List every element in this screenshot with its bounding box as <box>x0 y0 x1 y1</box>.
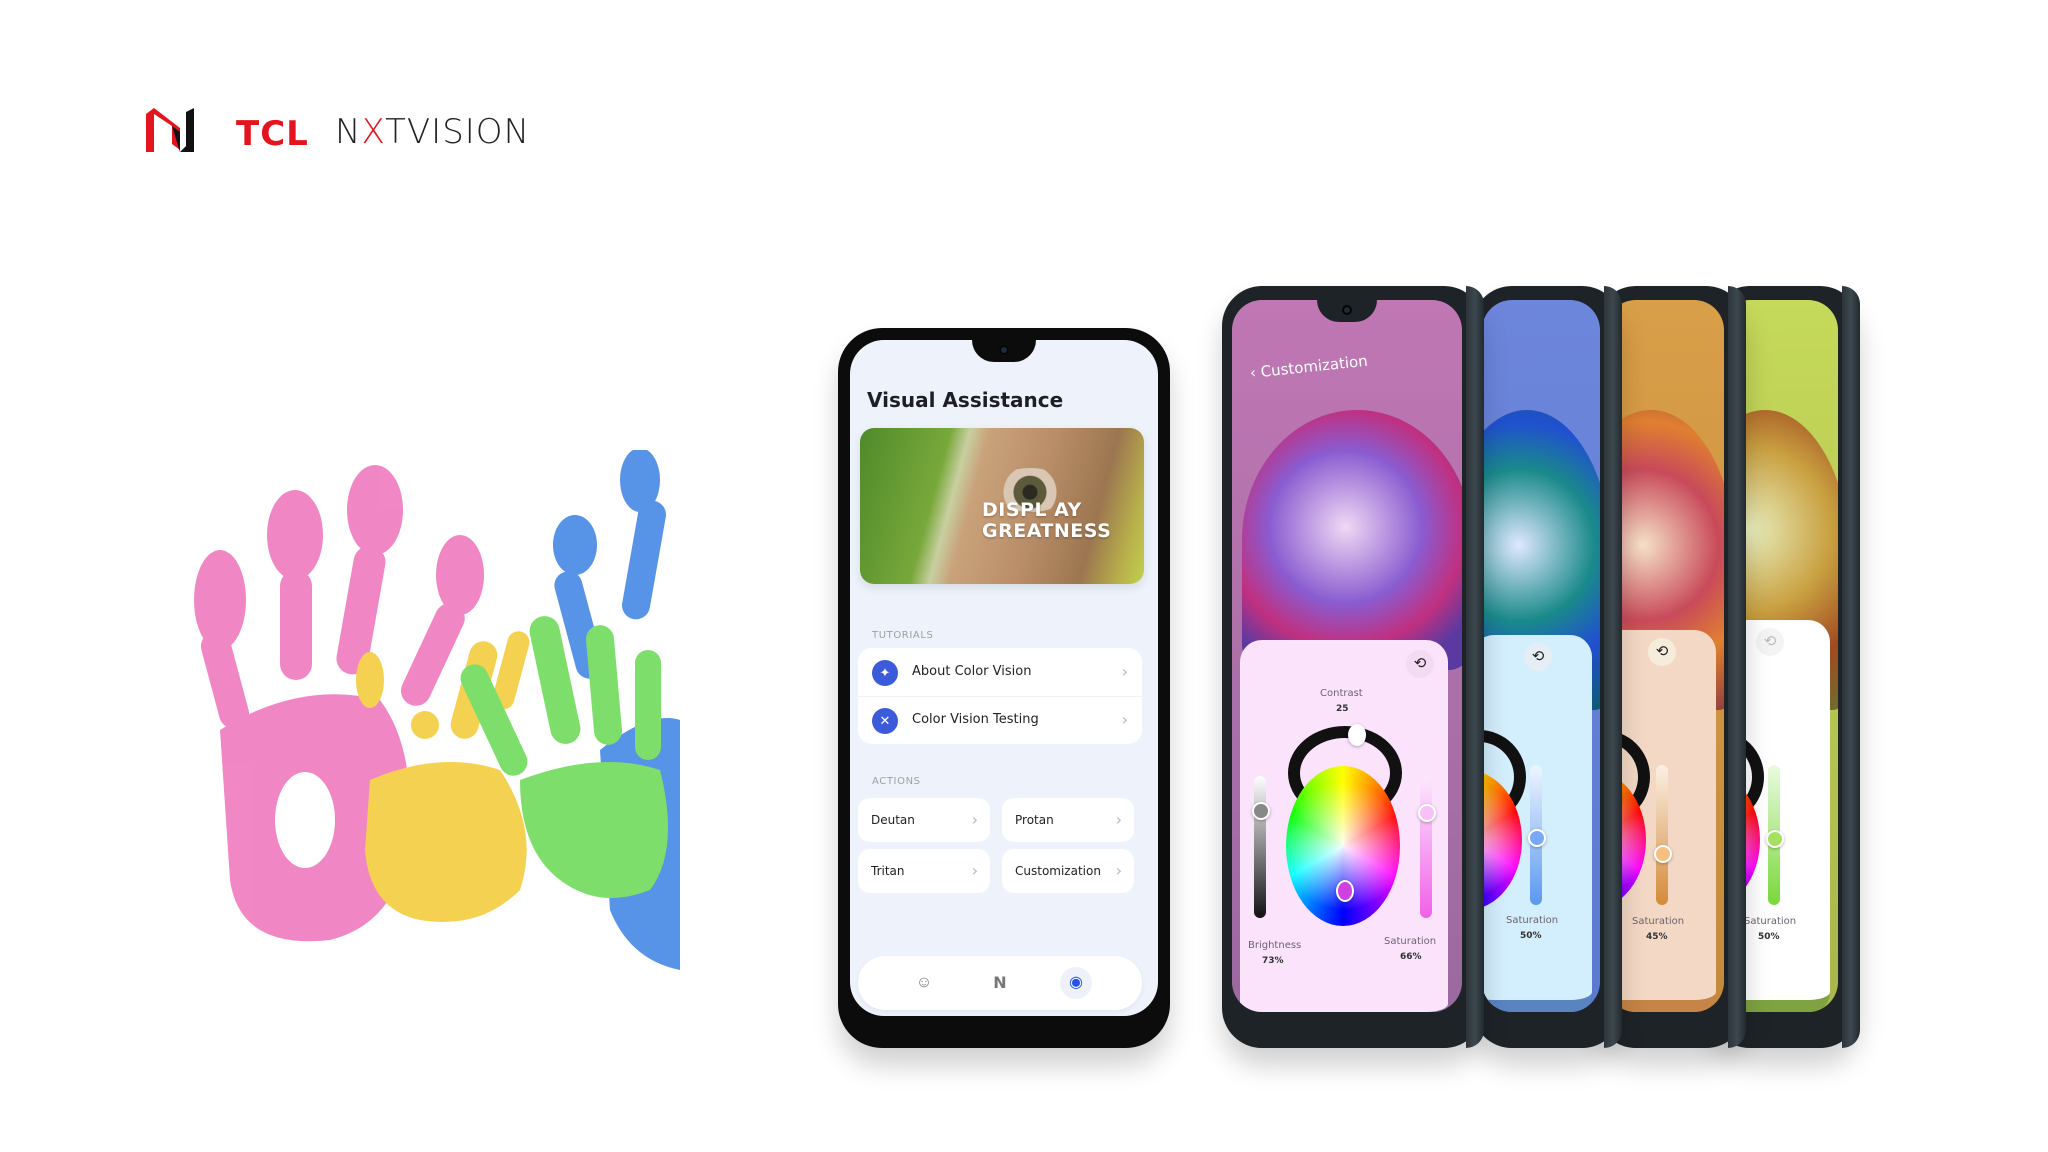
reset-icon[interactable]: ⟲ <box>1406 650 1434 678</box>
chevron-right-icon: › <box>971 861 978 880</box>
reset-icon[interactable]: ⟲ <box>1524 643 1552 671</box>
lightbulb-icon: ✦ <box>872 660 898 686</box>
saturation-value: 45% <box>1646 932 1668 942</box>
saturation-label: Saturation <box>1506 915 1559 926</box>
saturation-knob[interactable] <box>1654 845 1672 863</box>
saturation-label: Saturation <box>1632 916 1685 927</box>
adjust-panel: ⟲ Saturation 45% <box>1606 630 1716 1012</box>
adjust-panel: ⟲ Saturation 50% <box>1482 635 1592 1012</box>
brightness-value: 73% <box>1262 956 1284 966</box>
reset-icon[interactable]: ⟲ <box>1756 628 1784 656</box>
camera-notch <box>1317 300 1377 322</box>
phone-screen: ‹ Customization ⟲ Contrast 25 Brightness… <box>1232 300 1462 1012</box>
action-protan[interactable]: Protan › <box>1002 798 1134 842</box>
chevron-right-icon: › <box>1121 662 1128 681</box>
brightness-knob[interactable] <box>1252 802 1270 820</box>
eye-icon[interactable]: ◉ <box>1060 967 1092 999</box>
chevron-right-icon: › <box>1115 861 1122 880</box>
saturation-knob[interactable] <box>1418 804 1436 822</box>
phone-edge <box>1728 286 1746 1048</box>
action-deutan[interactable]: Deutan › <box>858 798 990 842</box>
brightness-label: Brightness <box>1248 940 1302 951</box>
bottom-nav: ☺ N ◉ <box>858 956 1142 1010</box>
hero-line-1: DISPL AY <box>982 499 1082 521</box>
customization-phone-purple: ‹ Customization ⟲ Contrast 25 Brightness… <box>1222 286 1484 1048</box>
wordmark-part: N <box>335 112 362 152</box>
action-tritan[interactable]: Tritan › <box>858 849 990 893</box>
action-label: Customization <box>1015 864 1101 878</box>
nxtvision-n-logo-icon <box>146 108 194 152</box>
page-title: Visual Assistance <box>867 388 1064 412</box>
yellow-handprint <box>356 631 530 922</box>
phone-edge <box>1842 286 1860 1048</box>
saturation-value: 50% <box>1758 932 1780 942</box>
saturation-label: Saturation <box>1744 916 1797 927</box>
saturation-knob[interactable] <box>1766 830 1784 848</box>
tools-icon: ✕ <box>872 708 898 734</box>
tutorial-label: Color Vision Testing <box>912 712 1039 727</box>
hero-text: DISPL AY GREATNESS <box>982 500 1111 542</box>
phone-edge <box>1604 286 1622 1048</box>
reset-icon[interactable]: ⟲ <box>1648 638 1676 666</box>
face-profile-icon[interactable]: ☺ <box>908 967 940 999</box>
tutorial-color-vision-testing[interactable]: ✕ Color Vision Testing › <box>858 696 1142 744</box>
color-knob[interactable] <box>1336 880 1354 902</box>
front-camera <box>1342 305 1352 315</box>
camera-notch <box>972 340 1036 362</box>
phone-edge <box>1466 286 1484 1048</box>
wordmark-x: X <box>361 112 386 152</box>
adjust-panel: ⟲ Contrast 25 Brightness 73% Saturation … <box>1240 640 1448 1012</box>
tutorials-label: TUTORIALS <box>872 630 934 641</box>
contrast-value: 25 <box>1336 704 1349 714</box>
wordmark-part: TVISION <box>385 112 530 152</box>
nxtvision-n-icon[interactable]: N <box>984 967 1016 999</box>
handprints-illustration <box>194 450 680 970</box>
front-camera <box>999 345 1009 355</box>
hero-banner[interactable]: DISPL AY GREATNESS <box>860 428 1144 584</box>
palm-gap <box>275 772 335 868</box>
phone-screen: ⟲ Saturation 50% <box>1482 300 1600 1012</box>
tutorials-list: ✦ About Color Vision › ✕ Color Vision Te… <box>858 648 1142 744</box>
saturation-knob[interactable] <box>1528 829 1546 847</box>
chevron-right-icon: › <box>1115 810 1122 829</box>
saturation-label: Saturation <box>1384 936 1437 947</box>
saturation-slider[interactable] <box>1656 765 1668 905</box>
actions-label: ACTIONS <box>872 776 921 787</box>
chevron-right-icon: › <box>971 810 978 829</box>
flower-image <box>1242 410 1462 670</box>
action-customization[interactable]: Customization › <box>1002 849 1134 893</box>
action-label: Protan <box>1015 813 1054 827</box>
color-wheel[interactable] <box>1286 766 1400 926</box>
action-label: Tritan <box>871 864 905 878</box>
visual-assistance-screen: Visual Assistance DISPL AY GREATNESS TUT… <box>850 340 1158 1016</box>
saturation-value: 50% <box>1520 931 1542 941</box>
customization-phone-blue: ⟲ Saturation 50% <box>1472 286 1622 1048</box>
hero-line-2: GREATNESS <box>982 520 1112 542</box>
action-label: Deutan <box>871 813 915 827</box>
tutorial-label: About Color Vision <box>912 664 1032 679</box>
tutorial-about-color-vision[interactable]: ✦ About Color Vision › <box>858 648 1142 696</box>
phone-screen: ⟲ Saturation 45% <box>1606 300 1724 1012</box>
customization-header[interactable]: ‹ Customization <box>1249 352 1368 382</box>
saturation-value: 66% <box>1400 952 1422 962</box>
contrast-knob[interactable] <box>1348 724 1366 746</box>
brand-tcl-wordmark: TCL <box>236 114 309 154</box>
main-phone: Visual Assistance DISPL AY GREATNESS TUT… <box>838 328 1170 1048</box>
brand-nxtvision-wordmark: NXTVISION <box>335 112 530 152</box>
chevron-right-icon: › <box>1121 710 1128 729</box>
brightness-slider[interactable] <box>1254 776 1266 918</box>
saturation-slider[interactable] <box>1420 776 1432 918</box>
page-title: Customization <box>1259 351 1369 381</box>
back-chevron-icon[interactable]: ‹ <box>1249 363 1257 382</box>
contrast-label: Contrast <box>1320 688 1363 699</box>
